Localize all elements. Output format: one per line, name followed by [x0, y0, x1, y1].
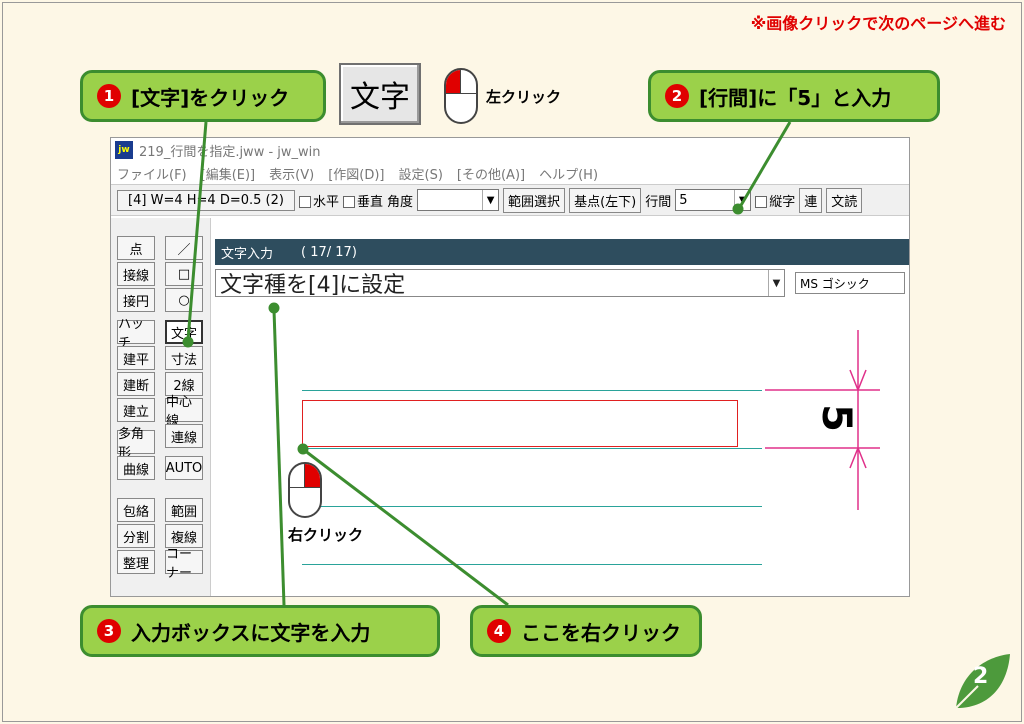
text-input-title: 文字入力 — [221, 246, 274, 262]
text-input-bar: 文字入力 ( 17/ 17) 文字種を[4]に設定 ▼ MS ゴシック — [215, 239, 909, 299]
step-number-2: 2 — [665, 84, 689, 108]
tool-palette: 点 接線 接円 ハッチ 建平 建断 建立 多角形 曲線 包絡 分割 整理 ／ □… — [111, 218, 211, 596]
window-title: 219_行間を指定.jww - jw_win — [139, 144, 321, 160]
line-gap-value[interactable]: 5 — [679, 193, 687, 208]
text-toolbar: [4] W=4 H=4 D=0.5 (2) 水平 垂直 角度 ▼ 範囲選択 基点… — [111, 184, 909, 216]
callout-2: 2 [行間]に「5」と入力 — [648, 70, 940, 122]
jw-win-window: jw 219_行間を指定.jww - jw_win ファイル(F) [編集(E)… — [110, 137, 910, 597]
menu-draw[interactable]: [作図(D)] — [328, 164, 384, 183]
tool-divide[interactable]: 分割 — [117, 524, 155, 548]
page-number: 2 — [973, 664, 989, 689]
text-input-header: 文字入力 ( 17/ 17) — [215, 239, 909, 265]
tool-center-line[interactable]: 中心線 — [165, 395, 203, 429]
vertical-text-checkbox[interactable] — [755, 196, 768, 208]
app-logo-icon: jw — [115, 141, 133, 159]
text-input-value[interactable]: 文字種を[4]に設定 — [220, 267, 405, 299]
tool-envelope[interactable]: 包絡 — [117, 498, 155, 522]
tool-dimension[interactable]: 寸法 — [165, 346, 203, 370]
vertical-label: 垂直 — [357, 194, 384, 210]
window-titlebar: jw 219_行間を指定.jww - jw_win — [111, 138, 909, 162]
tool-polygon[interactable]: 多角形 — [117, 427, 155, 461]
text-input-field[interactable]: 文字種を[4]に設定 ▼ — [215, 267, 785, 299]
callout-4: 4 ここを右クリック — [470, 605, 702, 657]
tool-curve[interactable]: 曲線 — [117, 456, 155, 480]
text-frame-rectangle[interactable] — [302, 400, 738, 447]
chevron-down-icon[interactable]: ▼ — [734, 190, 750, 210]
tool-tidy[interactable]: 整理 — [117, 550, 155, 574]
angle-combo[interactable]: ▼ — [417, 189, 500, 211]
tool-text[interactable]: 文字 — [165, 320, 203, 344]
ren-button[interactable]: 連 — [799, 187, 823, 213]
vertical-text-label: 縦字 — [769, 194, 796, 210]
tool-tangent-circle[interactable]: 接円 — [117, 288, 155, 312]
tool-circle[interactable]: ○ — [165, 288, 203, 312]
tool-hatch[interactable]: ハッチ — [117, 317, 155, 351]
range-select-button[interactable]: 範囲選択 — [503, 187, 566, 213]
text-input-count: ( 17/ 17) — [301, 244, 357, 260]
tool-continuous-line[interactable]: 連線 — [165, 424, 203, 448]
horizontal-label: 水平 — [313, 194, 340, 210]
text-size-button[interactable]: [4] W=4 H=4 D=0.5 (2) — [117, 189, 295, 211]
step-number-1: 1 — [97, 84, 121, 108]
menu-other[interactable]: [その他(A)] — [457, 164, 525, 183]
callout-3: 3 入力ボックスに文字を入力 — [80, 605, 440, 657]
menu-help[interactable]: ヘルプ(H) — [539, 164, 598, 183]
text-tool-large-button[interactable]: 文字 — [339, 63, 421, 125]
line-gap-combo[interactable]: 5 ▼ — [675, 189, 752, 211]
left-click-label: 左クリック — [486, 88, 562, 106]
tool-building-elevation[interactable]: 建立 — [117, 398, 155, 422]
guide-line-2 — [302, 448, 762, 449]
font-select[interactable]: MS ゴシック — [795, 272, 905, 294]
guide-line-1 — [302, 390, 762, 391]
tool-building-plan[interactable]: 建平 — [117, 346, 155, 370]
menu-settings[interactable]: 設定(S) — [399, 164, 443, 183]
vertical-option[interactable]: 垂直 — [343, 191, 383, 210]
callout-4-text: ここを右クリック — [521, 620, 681, 645]
line-gap-label: 行間 — [645, 194, 672, 210]
step-number-4: 4 — [487, 619, 511, 643]
tool-range[interactable]: 範囲 — [165, 498, 203, 522]
menu-edit[interactable]: [編集(E)] — [201, 164, 256, 183]
chevron-down-icon[interactable]: ▼ — [768, 270, 784, 296]
read-text-button[interactable]: 文読 — [826, 187, 863, 213]
base-point-button[interactable]: 基点(左下) — [569, 187, 642, 213]
guide-line-3 — [302, 506, 762, 507]
angle-label: 角度 — [387, 194, 414, 210]
tool-line[interactable]: ／ — [165, 236, 203, 260]
menubar: ファイル(F) [編集(E)] 表示(V) [作図(D)] 設定(S) [その他… — [111, 162, 909, 184]
horizontal-option[interactable]: 水平 — [299, 191, 339, 210]
tool-corner[interactable]: コーナー — [165, 547, 203, 581]
vertical-checkbox[interactable] — [343, 196, 356, 208]
callout-1-text: [文字]をクリック — [131, 85, 290, 110]
tool-rectangle[interactable]: □ — [165, 262, 203, 286]
guide-line-4 — [302, 564, 762, 565]
tool-point[interactable]: 点 — [117, 236, 155, 260]
chevron-down-icon[interactable]: ▼ — [482, 190, 498, 210]
menu-file[interactable]: ファイル(F) — [117, 164, 187, 183]
callout-1: 1 [文字]をクリック — [80, 70, 326, 122]
next-page-note[interactable]: ※画像クリックで次のページへ進む — [751, 10, 1006, 34]
step-number-3: 3 — [97, 619, 121, 643]
tool-tangent[interactable]: 接線 — [117, 262, 155, 286]
tool-building-section[interactable]: 建断 — [117, 372, 155, 396]
tool-auto[interactable]: AUTO — [165, 456, 203, 480]
callout-2-text: [行間]に「5」と入力 — [699, 85, 892, 110]
vertical-text-option[interactable]: 縦字 — [755, 191, 795, 210]
menu-view[interactable]: 表示(V) — [269, 164, 314, 183]
right-click-label: 右クリック — [288, 526, 364, 544]
dimension-value: 5 — [812, 404, 859, 432]
callout-3-text: 入力ボックスに文字を入力 — [131, 620, 371, 645]
mouse-right-click-icon — [288, 462, 322, 518]
mouse-left-click-icon — [444, 68, 478, 124]
horizontal-checkbox[interactable] — [299, 196, 311, 208]
